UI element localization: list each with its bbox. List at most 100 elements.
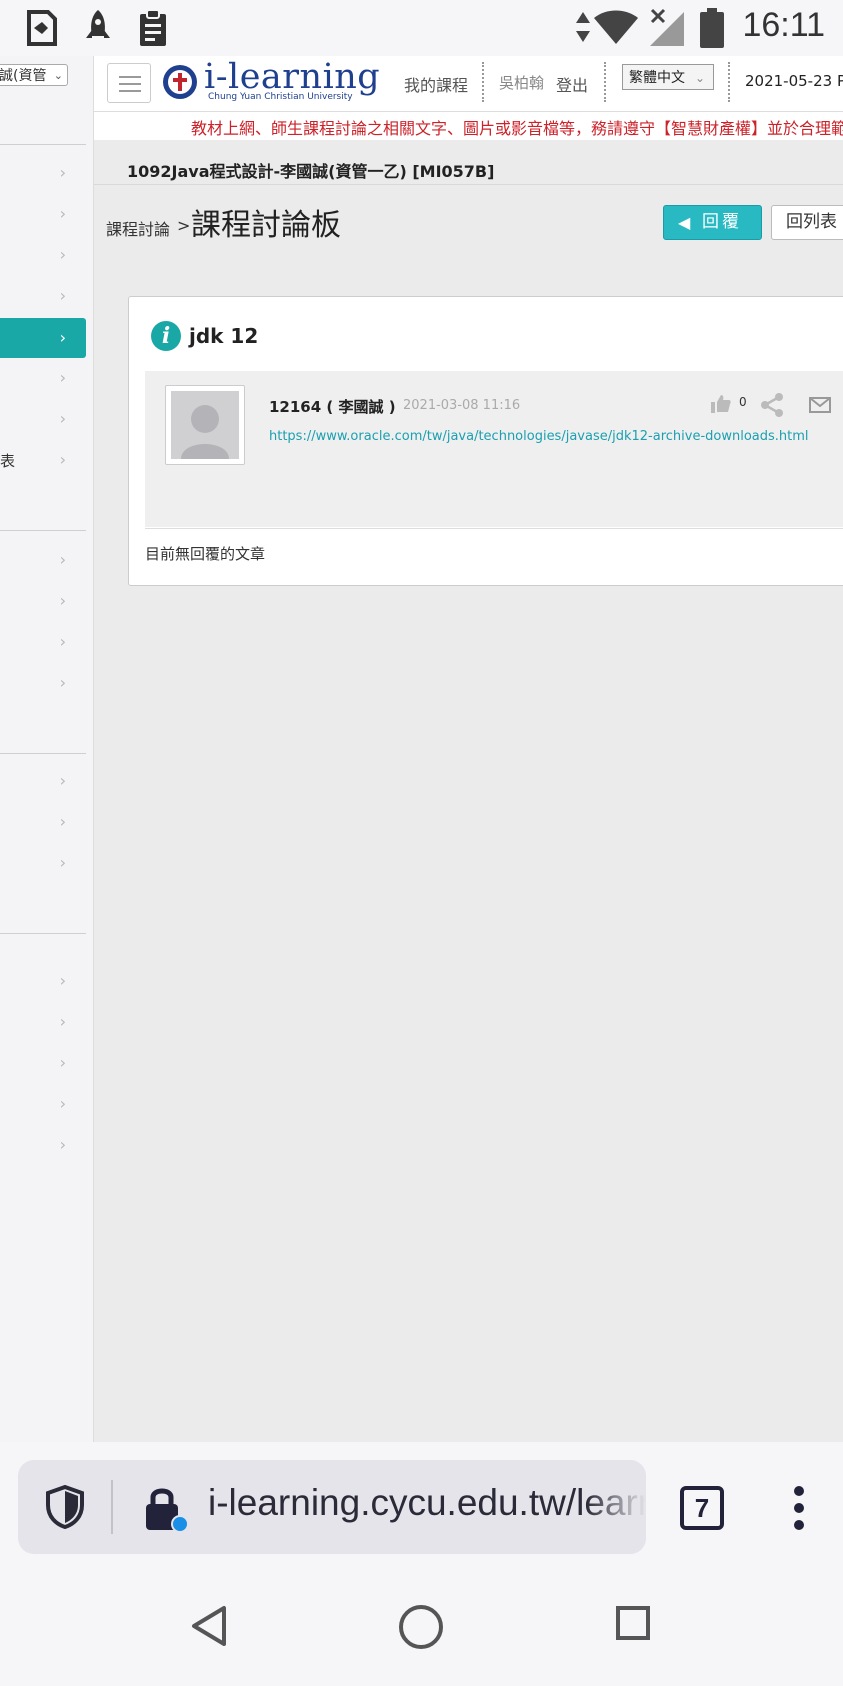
sidebar-divider [0, 933, 86, 934]
browser-toolbar: i-learning.cycu.edu.tw/learn/ 7 [0, 1442, 843, 1570]
sidebar-item[interactable]: › [0, 761, 86, 801]
chevron-right-icon: › [59, 328, 66, 347]
battery-icon [700, 8, 724, 48]
sidebar-item[interactable]: › [0, 622, 86, 662]
post-card: i jdk 12 12164 ( 李國誠 ) 2021-03-08 11:16 … [128, 296, 843, 586]
divider [94, 184, 843, 185]
clock: 16:11 [742, 6, 825, 44]
logout-link[interactable]: 登出 [556, 72, 588, 96]
tab-switcher-button[interactable]: 7 [680, 1486, 724, 1530]
thumbs-up-icon[interactable] [711, 395, 731, 413]
sidebar-item[interactable]: › [0, 540, 86, 580]
chevron-right-icon: › [59, 1135, 66, 1154]
sidebar-item[interactable]: › [0, 1125, 86, 1165]
rocket-icon [86, 10, 110, 38]
sidebar-item[interactable]: › [0, 581, 86, 621]
post-date: 2021-03-08 11:16 [403, 398, 521, 413]
sidebar-item[interactable]: › [0, 153, 86, 193]
home-icon[interactable] [398, 1604, 444, 1650]
reply-button[interactable]: ◀︎ 回覆 [663, 205, 762, 240]
page-title: 課程討論板 [191, 208, 341, 243]
nav-separator [604, 62, 606, 102]
top-nav: i-learning Chung Yuan Christian Universi… [94, 56, 843, 112]
main-content: i-learning Chung Yuan Christian Universi… [94, 56, 843, 1442]
sidebar-item[interactable]: › [0, 235, 86, 275]
post-link[interactable]: https://www.oracle.com/tw/java/technolog… [269, 429, 809, 444]
chevron-right-icon: › [59, 245, 66, 264]
logo-subtitle: Chung Yuan Christian University [208, 92, 353, 102]
sidebar-item[interactable]: › [0, 1043, 86, 1083]
sidebar-item[interactable]: › [0, 1084, 86, 1124]
wifi-icon [594, 10, 638, 44]
chevron-right-icon: › [59, 550, 66, 569]
sidebar-item[interactable]: › [0, 802, 86, 842]
overflow-menu-button[interactable] [790, 1486, 810, 1530]
sidebar-item[interactable]: › [0, 663, 86, 703]
chevron-right-icon: › [59, 632, 66, 651]
current-date: 2021-05-23 PM [745, 72, 843, 90]
chevron-right-icon: › [59, 163, 66, 182]
chevron-right-icon: › [59, 450, 66, 469]
sidebar-item-label: 表 [0, 452, 16, 470]
chevron-right-icon: › [59, 771, 66, 790]
sidebar-item[interactable]: › [0, 1002, 86, 1042]
chevron-right-icon: › [59, 368, 66, 387]
chevron-right-icon: › [59, 409, 66, 428]
reply-arrow-icon: ◀︎ [678, 213, 691, 232]
university-seal-icon [163, 65, 197, 99]
sidebar-item[interactable]: › [0, 961, 86, 1001]
recent-apps-icon[interactable] [616, 1606, 650, 1640]
info-icon: i [151, 321, 181, 351]
post-author[interactable]: 12164 ( 李國誠 ) [269, 396, 396, 417]
sidebar-item[interactable]: › [0, 276, 86, 316]
post-title: jdk 12 [189, 324, 259, 348]
notes-app-icon [27, 10, 57, 46]
sidebar-item[interactable]: › [0, 399, 86, 439]
chevron-right-icon: › [59, 204, 66, 223]
breadcrumb-parent[interactable]: 課程討論 [106, 216, 170, 240]
course-select[interactable]: 誠(資管 ⌄ [0, 64, 68, 86]
logo-text[interactable]: i-learning [204, 57, 380, 97]
shield-icon[interactable] [46, 1485, 84, 1529]
sidebar-divider [0, 530, 86, 531]
no-reply-message: 目前無回覆的文章 [145, 545, 266, 563]
share-icon[interactable] [760, 393, 784, 417]
system-nav-bar [0, 1570, 843, 1686]
url-text[interactable]: i-learning.cycu.edu.tw/learn/ [208, 1482, 646, 1524]
hamburger-menu-button[interactable] [107, 63, 151, 103]
chevron-down-icon: ⌄ [53, 69, 63, 82]
language-select[interactable]: 繁體中文 ⌄ [622, 64, 714, 90]
course-title: 1092Java程式設計-李國誠(資管一乙) [MI057B] [127, 162, 495, 181]
avatar [165, 385, 245, 465]
user-placeholder-icon [181, 405, 229, 459]
chevron-right-icon: › [59, 1053, 66, 1072]
sidebar-item[interactable]: › [0, 318, 86, 358]
sidebar-item[interactable]: › [0, 358, 86, 398]
divider [145, 528, 843, 529]
chevron-right-icon: › [59, 1094, 66, 1113]
my-courses-link[interactable]: 我的課程 [404, 72, 468, 96]
mail-icon[interactable] [809, 397, 831, 413]
sidebar-item[interactable]: › [0, 194, 86, 234]
address-bar[interactable]: i-learning.cycu.edu.tw/learn/ [18, 1460, 646, 1554]
chevron-right-icon: › [59, 286, 66, 305]
sidebar-item[interactable]: › [0, 843, 86, 883]
back-icon[interactable] [190, 1604, 230, 1648]
sidebar: 誠(資管 ⌄ › › › › › › › 表 › › › › › › › › › › › › › [0, 56, 94, 1442]
user-name[interactable]: 吳柏翰 [499, 72, 544, 93]
back-to-list-button[interactable]: 回列表 [771, 205, 843, 240]
chevron-down-icon: ⌄ [694, 71, 705, 85]
no-signal-icon [650, 8, 684, 46]
data-arrows-icon [576, 12, 590, 42]
chevron-right-icon: › [59, 673, 66, 692]
status-bar: 16:11 [0, 0, 843, 56]
sidebar-divider [0, 144, 86, 145]
chevron-right-icon: › [59, 971, 66, 990]
sidebar-item[interactable]: 表 › [0, 440, 86, 480]
post-body: 12164 ( 李國誠 ) 2021-03-08 11:16 https://w… [145, 371, 843, 527]
breadcrumb-separator: > [177, 216, 191, 235]
nav-separator [482, 62, 484, 102]
lock-icon[interactable] [144, 1484, 190, 1534]
nav-separator [728, 62, 730, 102]
chevron-right-icon: › [59, 853, 66, 872]
